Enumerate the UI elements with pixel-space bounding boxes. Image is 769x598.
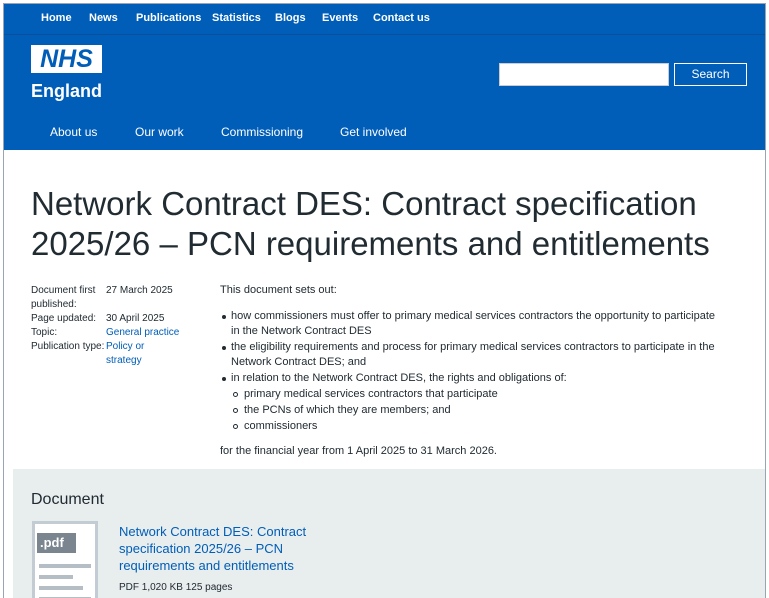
browser-viewport: Home News Publications Statistics Blogs … [3, 3, 766, 598]
nhs-logo-text: NHS [40, 45, 93, 73]
nav-contact-us[interactable]: Contact us [373, 12, 430, 24]
meta-type-label: Publication type: [31, 341, 105, 352]
mainnav-our-work[interactable]: Our work [135, 125, 184, 139]
nav-publications[interactable]: Publications [136, 12, 201, 24]
outro-text: for the financial year from 1 April 2025… [220, 445, 497, 457]
page-title: Network Contract DES: Contract specifica… [31, 184, 751, 264]
bullet-icon [222, 377, 226, 381]
document-panel: Document .pdf Network Contract DES: Cont… [13, 469, 765, 598]
site-header: NHS England Search About us Our work Com… [4, 34, 765, 150]
sub-bullet-icon [233, 408, 238, 413]
pdf-icon-label: .pdf [37, 533, 76, 553]
bullet-1-line-2: in the Network Contract DES [231, 325, 372, 337]
meta-first-published-label-1: Document first [31, 285, 96, 296]
meta-updated-value: 30 April 2025 [106, 313, 165, 324]
document-link-line-2[interactable]: specification 2025/26 – PCN [119, 540, 339, 557]
document-heading: Document [31, 491, 104, 508]
search-button[interactable]: Search [674, 63, 747, 86]
bullet-icon [222, 315, 226, 319]
document-info: PDF 1,020 KB 125 pages [119, 582, 233, 593]
mainnav-commissioning[interactable]: Commissioning [221, 125, 303, 139]
sub-bullet-1: primary medical services contractors tha… [244, 388, 498, 400]
nav-home[interactable]: Home [41, 12, 72, 24]
meta-type-link-2[interactable]: strategy [106, 354, 191, 368]
document-link-line-3[interactable]: requirements and entitlements [119, 557, 339, 574]
meta-topic-label: Topic: [31, 327, 58, 338]
thumbnail-line [39, 586, 83, 590]
mainnav-get-involved[interactable]: Get involved [340, 125, 407, 139]
meta-topic-link[interactable]: General practice [106, 326, 191, 340]
bullet-2-line-2: Network Contract DES; and [231, 356, 367, 368]
logo-org-name[interactable]: England [31, 81, 102, 102]
bullet-icon [222, 346, 226, 350]
nav-events[interactable]: Events [322, 12, 358, 24]
document-link-line-1[interactable]: Network Contract DES: Contract [119, 523, 339, 540]
page-title-line-2: 2025/26 – PCN requirements and entitleme… [31, 225, 710, 262]
nav-blogs[interactable]: Blogs [275, 12, 306, 24]
meta-first-published-label-2: published: [31, 299, 77, 310]
nav-statistics[interactable]: Statistics [212, 12, 261, 24]
nhs-logo[interactable]: NHS [31, 45, 102, 73]
bullet-2-line-1: the eligibility requirements and process… [231, 341, 715, 353]
sub-bullet-icon [233, 392, 238, 397]
meta-first-published-value: 27 March 2025 [106, 285, 173, 296]
meta-type-link-1[interactable]: Policy or [106, 340, 191, 354]
sub-bullet-icon [233, 424, 238, 429]
intro-text: This document sets out: [220, 284, 337, 296]
bullet-1-line-1: how commissioners must offer to primary … [231, 310, 715, 322]
sub-bullet-3: commissioners [244, 420, 318, 432]
bullet-3: in relation to the Network Contract DES,… [231, 372, 567, 384]
search-input[interactable] [499, 63, 669, 86]
nav-news[interactable]: News [89, 12, 118, 24]
thumbnail-line [39, 575, 73, 579]
page-title-line-1: Network Contract DES: Contract specifica… [31, 185, 697, 222]
pdf-thumbnail[interactable]: .pdf [32, 521, 98, 598]
top-nav: Home News Publications Statistics Blogs … [4, 4, 765, 34]
document-link[interactable]: Network Contract DES: Contract specifica… [119, 523, 339, 574]
mainnav-about-us[interactable]: About us [50, 125, 97, 139]
sub-bullet-2: the PCNs of which they are members; and [244, 404, 451, 416]
thumbnail-line [39, 564, 91, 568]
meta-updated-label: Page updated: [31, 313, 97, 324]
